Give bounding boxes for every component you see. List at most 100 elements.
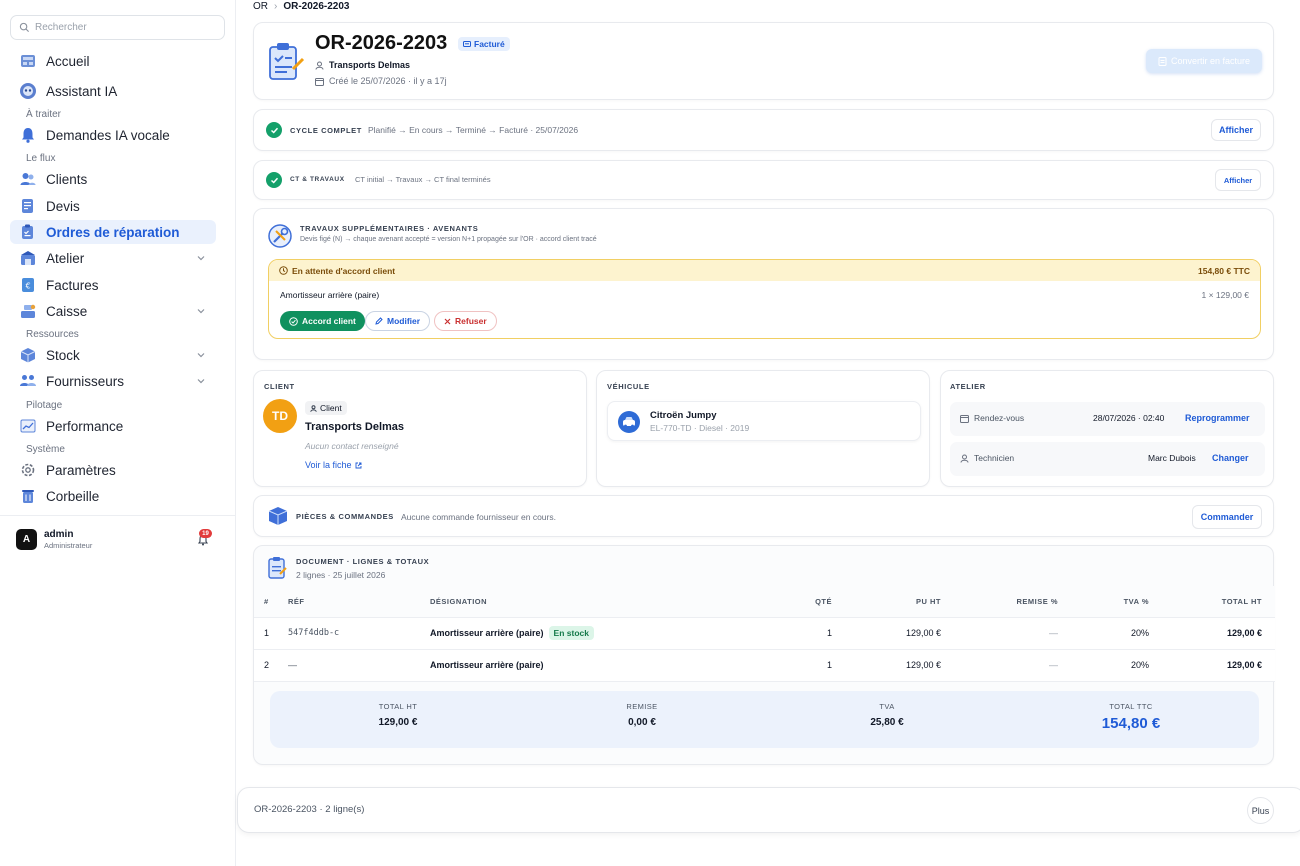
row-discount: —	[941, 649, 1058, 682]
sidebar-item-demandes-ia-vocale[interactable]: Demandes IA vocale	[10, 123, 216, 147]
col-number: #	[254, 586, 288, 618]
technician-label: Technicien	[974, 453, 1015, 463]
cash-register-icon	[18, 301, 38, 321]
sidebar-item-devis[interactable]: Devis	[10, 194, 216, 218]
row-number: 2	[254, 649, 288, 682]
home-icon	[18, 51, 38, 71]
parts-card: PIÈCES & COMMANDES Aucune commande fourn…	[253, 495, 1274, 537]
bell-icon	[18, 125, 38, 145]
robot-icon	[18, 81, 38, 101]
invoice-icon: €	[18, 275, 38, 295]
sidebar-item-caisse[interactable]: Caisse	[10, 299, 216, 323]
modify-amendment-button[interactable]: Modifier	[365, 311, 431, 331]
stock-badge: En stock	[548, 626, 594, 640]
accept-amendment-button[interactable]: Accord client	[280, 311, 365, 331]
sidebar-item-label: Fournisseurs	[46, 373, 125, 389]
col-ref: RÉF	[288, 586, 430, 618]
user-icon	[960, 454, 969, 463]
search-input[interactable]: Rechercher	[10, 15, 225, 40]
sidebar: Rechercher Accueil Assistant IA À traite…	[0, 0, 236, 866]
row-total: 129,00 €	[1149, 649, 1275, 682]
show-cycle-button[interactable]: Afficher	[1211, 119, 1261, 141]
created-line: Créé le 25/07/2026 · il y a 17j	[315, 76, 447, 86]
row-ref: 547f4ddb-c	[288, 617, 430, 650]
refuse-amendment-button[interactable]: Refuser	[434, 311, 497, 331]
client-tag: Client	[305, 401, 347, 415]
check-icon	[266, 172, 282, 188]
sidebar-item-clients[interactable]: Clients	[10, 167, 216, 191]
sidebar-item-parametres[interactable]: Paramètres	[10, 458, 216, 482]
row-qty: 1	[730, 617, 832, 650]
calendar-icon	[315, 77, 324, 86]
section-ressources: Ressources	[26, 329, 79, 340]
sidebar-item-factures[interactable]: € Factures	[10, 273, 216, 297]
row-number: 1	[254, 617, 288, 650]
invoice-icon	[1158, 56, 1167, 66]
convert-label: Convertir en facture	[1170, 56, 1251, 66]
sidebar-item-ordres-de-reparation[interactable]: Ordres de réparation	[10, 220, 216, 244]
chevron-down-icon	[197, 256, 205, 261]
row-designation: Amortisseur arrière (paire)	[430, 649, 730, 682]
col-discount: REMISE %	[941, 586, 1058, 618]
pending-label: En attente d'accord client	[292, 265, 396, 276]
sidebar-item-stock[interactable]: Stock	[10, 343, 216, 367]
change-technician-button[interactable]: Changer	[1212, 453, 1249, 463]
sidebar-item-accueil[interactable]: Accueil	[10, 49, 216, 73]
col-vat: TVA %	[1058, 586, 1149, 618]
lines-table: # RÉF DÉSIGNATION QTÉ PU HT REMISE % TVA…	[254, 586, 1275, 682]
row-vat: 20%	[1058, 649, 1149, 682]
cycle-title: CYCLE COMPLET	[290, 126, 362, 135]
created-date: Créé le 25/07/2026 · il y a 17j	[329, 76, 447, 86]
convert-to-invoice-button[interactable]: Convertir en facture	[1146, 49, 1262, 73]
sidebar-item-fournisseurs[interactable]: Fournisseurs	[10, 369, 216, 393]
footer-summary: OR-2026-2203 · 2 ligne(s)	[254, 804, 365, 815]
col-unit-price: PU HT	[832, 586, 941, 618]
workshop-icon	[18, 248, 38, 268]
sidebar-item-assistant-ia[interactable]: Assistant IA	[10, 79, 216, 103]
ct-description: CT initial → Travaux → CT final terminés	[355, 175, 491, 184]
sidebar-item-atelier[interactable]: Atelier	[10, 246, 216, 270]
table-row[interactable]: 2 — Amortisseur arrière (paire) 1 129,00…	[254, 649, 1275, 682]
reschedule-button[interactable]: Reprogrammer	[1185, 413, 1250, 423]
sidebar-item-label: Factures	[46, 277, 99, 293]
breadcrumb-root[interactable]: OR	[253, 1, 268, 12]
user-icon	[310, 404, 317, 412]
client-line: Transports Delmas	[315, 60, 410, 70]
parts-description: Aucune commande fournisseur en cours.	[401, 512, 556, 522]
appointment-label: Rendez-vous	[974, 413, 1025, 423]
section-le-flux: Le flux	[26, 153, 56, 164]
order-parts-button[interactable]: Commander	[1192, 505, 1262, 529]
chevron-down-icon	[197, 379, 205, 384]
repair-order-icon	[265, 41, 305, 88]
vehicle-box[interactable]: Citroën Jumpy EL-770-TD · Diesel · 2019	[607, 401, 921, 441]
row-ref: —	[288, 649, 430, 682]
user-panel[interactable]: A admin Administrateur 19	[0, 515, 236, 561]
check-circle-icon	[289, 316, 298, 326]
chevron-down-icon	[197, 309, 205, 314]
more-button[interactable]: Plus	[1247, 797, 1274, 824]
avenants-title: TRAVAUX SUPPLÉMENTAIRES · AVENANTS	[300, 224, 479, 233]
show-ct-button[interactable]: Afficher	[1215, 169, 1261, 191]
row-designation: Amortisseur arrière (paire)	[430, 628, 544, 638]
section-pilotage: Pilotage	[26, 400, 63, 411]
pending-amount: 154,80 € TTC	[1198, 265, 1250, 276]
total-remise: REMISE 0,00 €	[572, 702, 712, 728]
table-row[interactable]: 1 547f4ddb-c Amortisseur arrière (paire)…	[254, 617, 1275, 650]
col-designation: DÉSIGNATION	[430, 586, 730, 618]
technician-row: Technicien Marc Dubois Changer	[950, 442, 1265, 476]
total-ht-value: 129,00 €	[378, 717, 418, 728]
sidebar-item-performance[interactable]: Performance	[10, 414, 216, 438]
document-icon	[266, 556, 288, 585]
view-client-label: Voir la fiche	[305, 460, 352, 470]
total-ht: TOTAL HT 129,00 €	[328, 702, 468, 728]
calendar-icon	[960, 415, 969, 423]
avenants-description: Devis figé (N) → chaque avenant accepté …	[300, 236, 597, 243]
sidebar-item-corbeille[interactable]: Corbeille	[10, 484, 216, 508]
view-client-link[interactable]: Voir la fiche	[305, 460, 362, 470]
document-subtitle: 2 lignes · 25 juillet 2026	[296, 570, 386, 580]
sidebar-item-label: Stock	[46, 347, 80, 363]
total-tva-label: TVA	[879, 702, 895, 711]
technician-value: Marc Dubois	[1148, 453, 1196, 463]
footer-bar: OR-2026-2203 · 2 ligne(s) Plus	[237, 787, 1300, 833]
sidebar-item-label: Atelier	[46, 250, 85, 266]
